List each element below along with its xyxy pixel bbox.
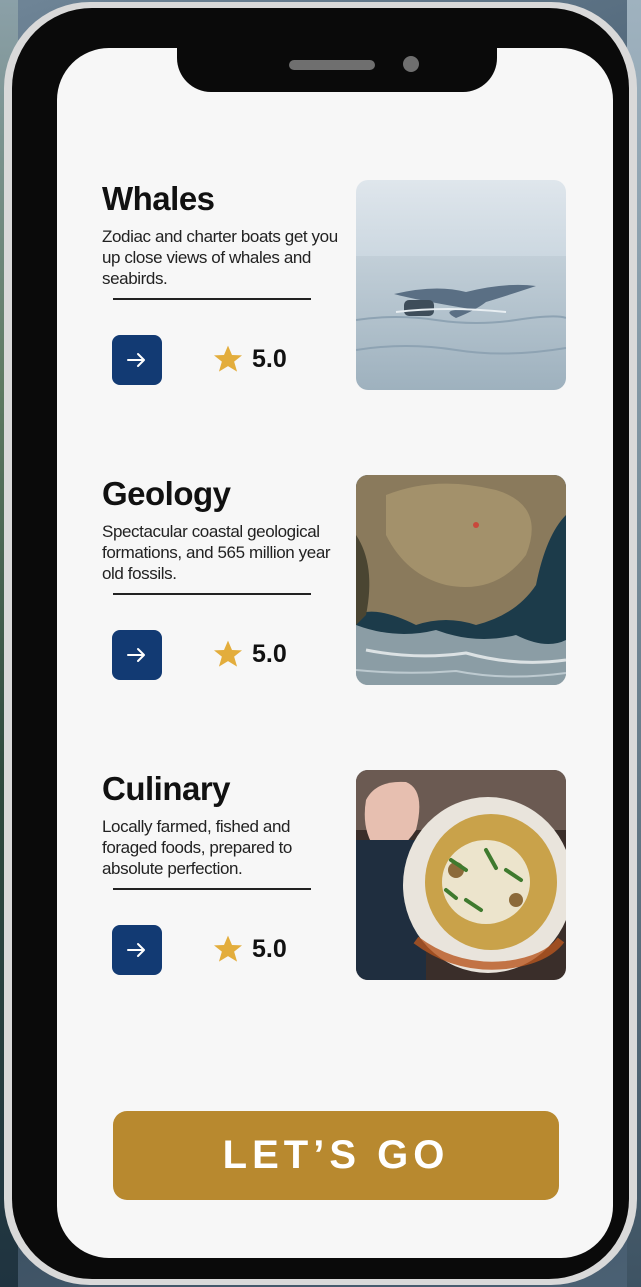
arrow-right-icon	[127, 648, 145, 662]
front-camera	[403, 56, 419, 72]
card-description: Locally farmed, fished and foraged foods…	[102, 817, 292, 878]
speaker-grille	[289, 60, 375, 70]
card-title: Whales	[102, 180, 215, 217]
star-icon	[214, 345, 242, 372]
rating-value: 5.0	[252, 934, 287, 963]
app-screen: Whales Zodiac and charter boats get you …	[57, 48, 613, 1258]
rating-value: 5.0	[252, 344, 287, 373]
phone-frame: Whales Zodiac and charter boats get you …	[12, 8, 629, 1279]
coastal-rocks-photo	[356, 475, 566, 685]
card-title: Geology	[102, 475, 231, 512]
whale-tail-photo	[356, 180, 566, 390]
card-geology: Geology Spectacular coastal geological f…	[57, 475, 613, 705]
divider	[113, 298, 311, 300]
arrow-right-icon	[127, 943, 145, 957]
whales-go-button[interactable]	[112, 335, 162, 385]
rating: 5.0	[212, 638, 287, 670]
rating: 5.0	[212, 343, 287, 375]
divider	[113, 888, 311, 890]
rating: 5.0	[212, 933, 287, 965]
star-icon	[214, 640, 242, 667]
card-whales: Whales Zodiac and charter boats get you …	[57, 180, 613, 410]
lets-go-button[interactable]: LET’S GO	[113, 1111, 559, 1200]
geology-go-button[interactable]	[112, 630, 162, 680]
card-culinary: Culinary Locally farmed, fished and fora…	[57, 770, 613, 1000]
card-title: Culinary	[102, 770, 231, 807]
divider	[113, 593, 311, 595]
rating-value: 5.0	[252, 639, 287, 668]
seafood-dish-photo	[356, 770, 566, 980]
card-description: Zodiac and charter boats get you up clos…	[102, 227, 338, 288]
culinary-go-button[interactable]	[112, 925, 162, 975]
card-description: Spectacular coastal geological formation…	[102, 522, 331, 583]
arrow-right-icon	[127, 353, 145, 367]
star-icon	[214, 935, 242, 962]
phone-notch	[177, 16, 497, 92]
